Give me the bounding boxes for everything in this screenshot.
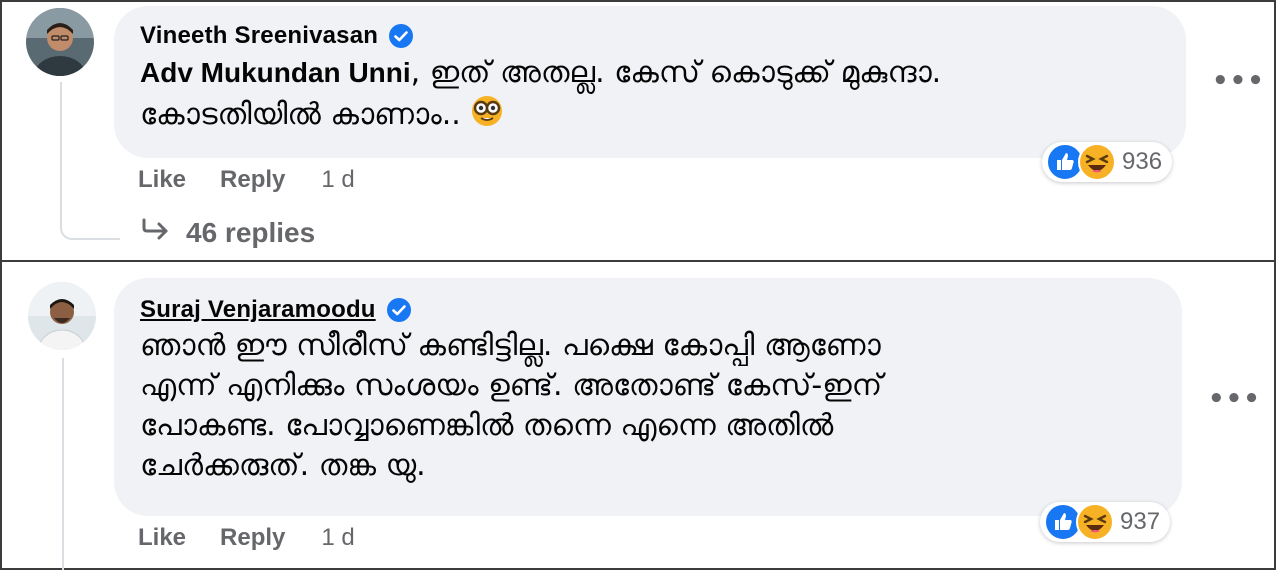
mention-link[interactable]: Adv Mukundan Unni <box>140 57 411 88</box>
comment-actions: Like Reply 1 d <box>138 524 355 552</box>
like-button[interactable]: Like <box>138 166 186 194</box>
avatar[interactable] <box>28 282 96 350</box>
nerd-face-emoji-icon <box>470 94 504 140</box>
comment-actions: Like Reply 1 d <box>138 166 355 194</box>
reply-button[interactable]: Reply <box>220 524 285 552</box>
reaction-count: 937 <box>1120 508 1161 535</box>
more-options-button[interactable]: ••• <box>1212 66 1265 96</box>
comment-card-1: Vineeth Sreenivasan Adv Mukundan Unni, ഇ… <box>0 0 1276 262</box>
comment-timestamp[interactable]: 1 d <box>321 166 354 194</box>
comment-bubble: Suraj Venjaramoodu ഞാൻ ഈ സീരീസ് കണ്ടിട്ട… <box>114 278 1182 516</box>
comment-author[interactable]: Vineeth Sreenivasan <box>140 22 378 50</box>
reaction-summary[interactable]: 937 <box>1040 502 1171 542</box>
reply-button[interactable]: Reply <box>220 166 285 194</box>
comment-text: Adv Mukundan Unni, ഇത് അതല്ല. കേസ് കൊടുക… <box>140 52 1160 140</box>
reaction-summary[interactable]: 936 <box>1042 142 1173 182</box>
reply-arrow-icon <box>140 216 172 249</box>
comment-bubble: Vineeth Sreenivasan Adv Mukundan Unni, ഇ… <box>114 6 1186 158</box>
thread-line <box>60 82 62 216</box>
thread-line <box>62 358 64 570</box>
view-replies-link[interactable]: 46 replies <box>140 216 315 249</box>
avatar[interactable] <box>26 8 94 76</box>
comment-timestamp[interactable]: 1 d <box>321 524 354 552</box>
haha-reaction-icon <box>1076 503 1114 541</box>
replies-count-label: 46 replies <box>186 216 316 248</box>
haha-reaction-icon <box>1078 143 1116 181</box>
reaction-count: 936 <box>1122 148 1163 175</box>
thread-connector <box>60 202 120 240</box>
verified-badge-icon <box>388 23 414 49</box>
comment-author[interactable]: Suraj Venjaramoodu <box>140 296 376 324</box>
comment-card-2: Suraj Venjaramoodu ഞാൻ ഈ സീരീസ് കണ്ടിട്ട… <box>0 262 1276 570</box>
more-options-button[interactable]: ••• <box>1208 384 1261 414</box>
comment-text: ഞാൻ ഈ സീരീസ് കണ്ടിട്ടില്ല. പക്ഷെ കോപ്പി … <box>140 328 883 483</box>
like-button[interactable]: Like <box>138 524 186 552</box>
verified-badge-icon <box>386 297 412 323</box>
